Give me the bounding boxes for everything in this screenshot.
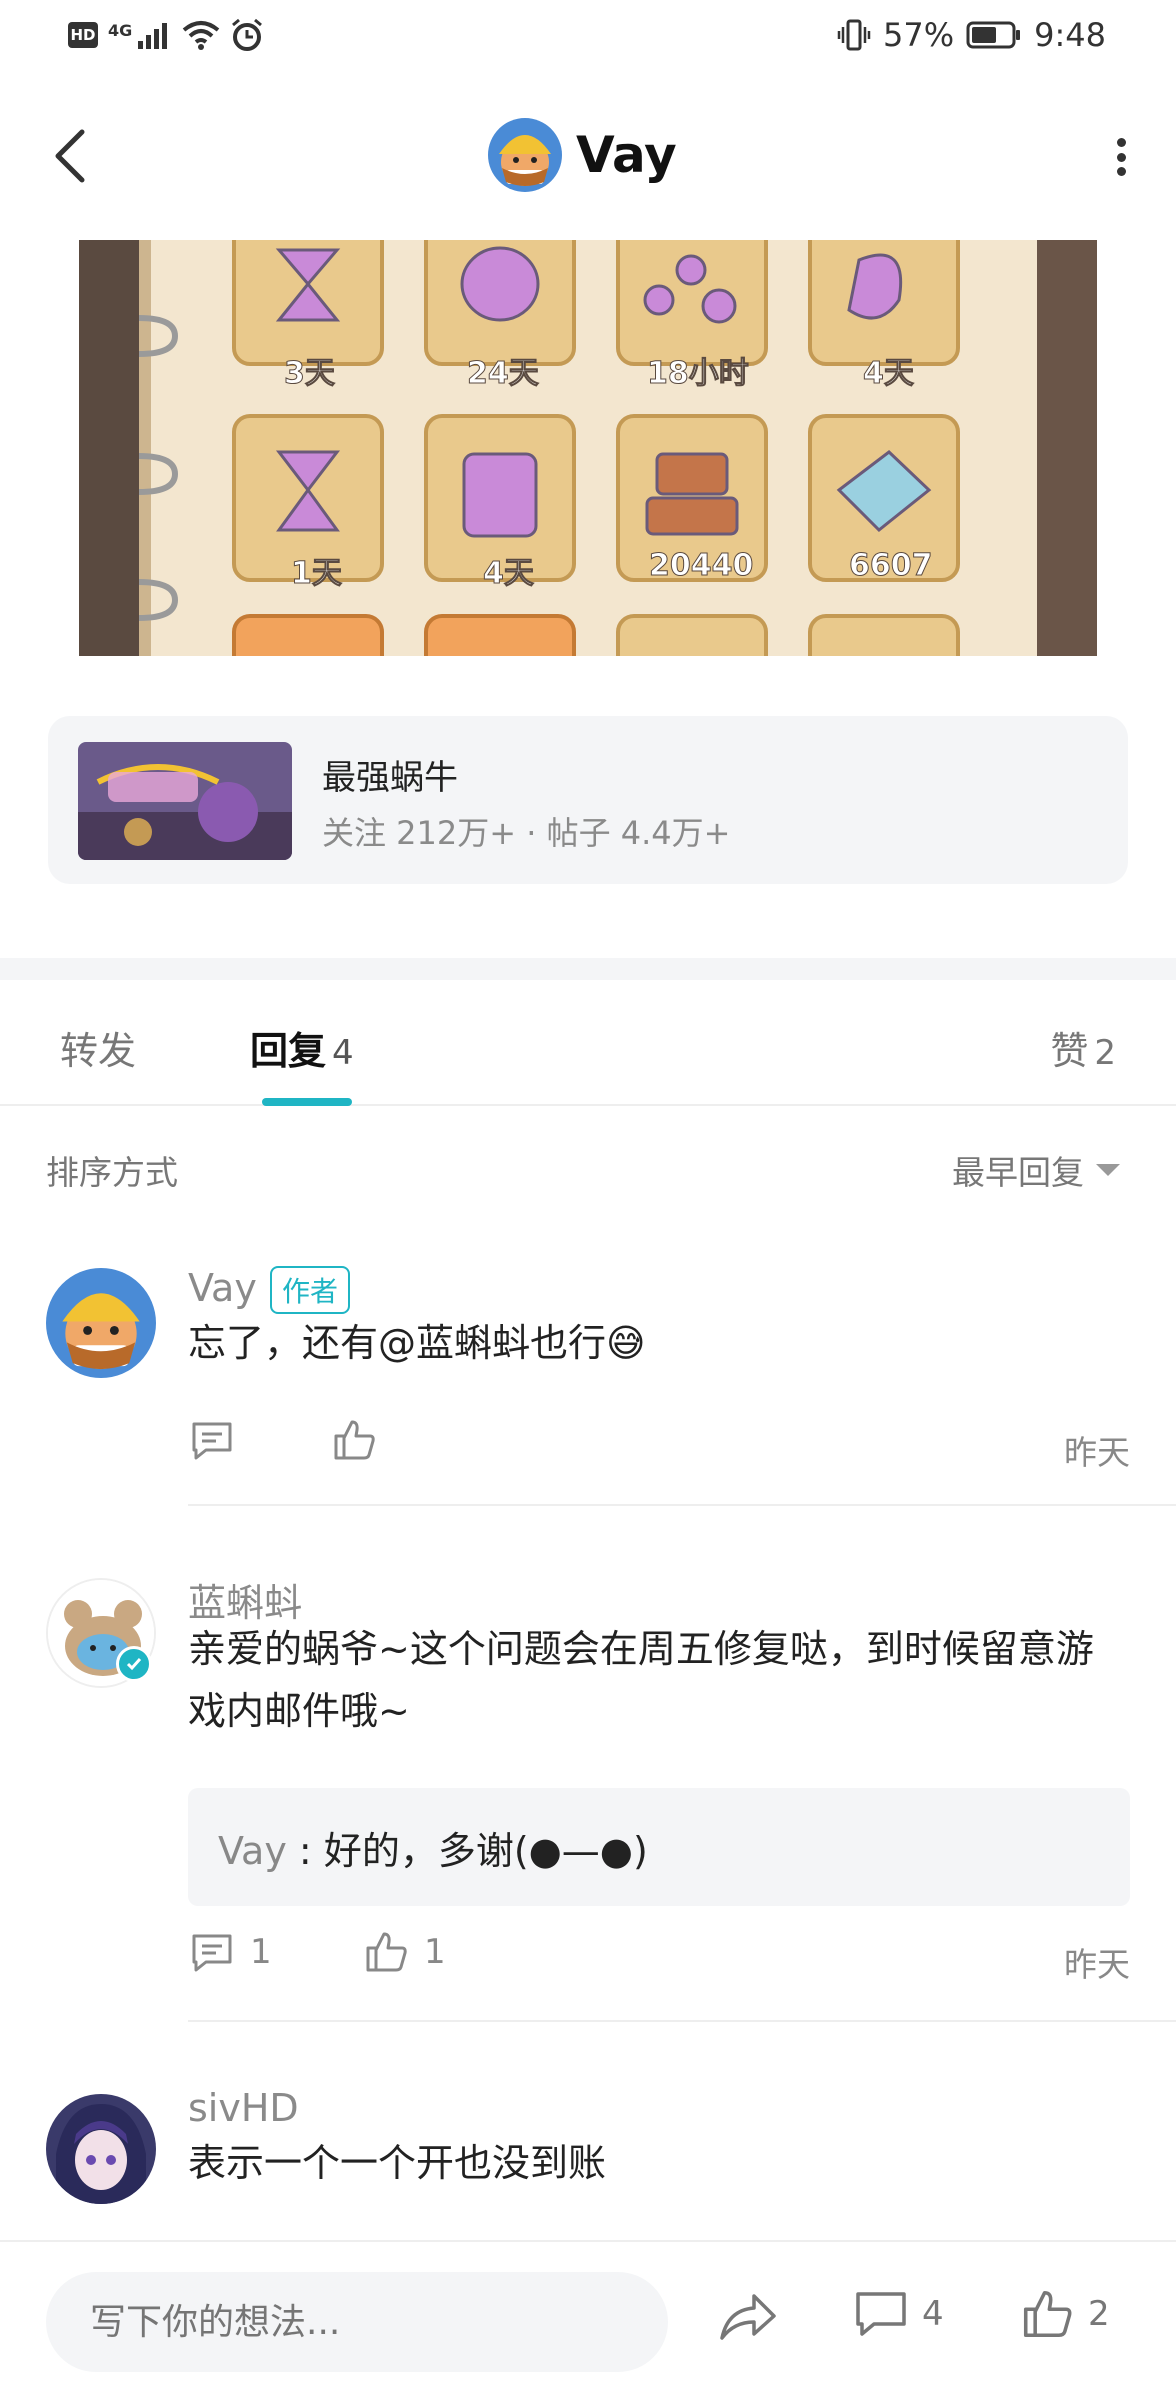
post-image[interactable]: 3天 24天 18小时 4天 1天 4天 20440 6607 — [79, 240, 1097, 656]
network-type: 4G — [108, 20, 133, 40]
like-button[interactable]: 1 — [364, 1930, 446, 1974]
battery-icon — [966, 21, 1021, 49]
comment-item: sivHD 表示一个一个开也没到账 — [0, 2086, 1176, 2236]
comment-text: 表示一个一个开也没到账 — [188, 2141, 607, 2185]
tab-reply[interactable]: 回复 4 — [250, 1020, 354, 1075]
hd-icon: HD — [68, 22, 98, 48]
anime-avatar-icon — [46, 2094, 156, 2204]
reply-button[interactable]: 1 — [190, 1930, 272, 1974]
comment-icon — [192, 1422, 232, 1460]
tab-like-count: 2 — [1094, 1033, 1116, 1073]
share-icon — [720, 2294, 776, 2340]
barbarian-avatar-icon — [488, 118, 562, 192]
item-label: 18小时 — [647, 356, 750, 392]
comment-time: 昨天 — [1064, 1945, 1130, 1984]
game-name: 最强蜗牛 — [322, 758, 458, 798]
comment-input[interactable] — [46, 2272, 668, 2372]
item-label: 3天 — [284, 356, 336, 392]
status-right: 57% 9:48 — [837, 16, 1106, 54]
item-label: 20440 — [648, 548, 754, 584]
status-left: HD 4G — [68, 18, 264, 52]
tab-bar: 转发 回复 4 赞2 — [0, 980, 1176, 1106]
comment-divider — [188, 1504, 1176, 1506]
item-label: 6607 — [849, 548, 933, 584]
section-divider — [0, 958, 1176, 980]
game-stats: 关注 212万+ · 帖子 4.4万+ — [322, 814, 731, 852]
like-count: 1 — [424, 1932, 446, 1972]
header-title-group[interactable]: Vay — [488, 118, 677, 192]
sort-value: 最早回复 — [952, 1153, 1084, 1192]
page-title: Vay — [576, 126, 677, 184]
comment-text: 亲爱的蜗爷~这个问题会在周五修复哒，到时候留意游戏内邮件哦~ — [188, 1627, 1094, 1733]
comment-time: 昨天 — [1064, 1433, 1130, 1472]
tab-repost[interactable]: 转发 — [60, 1020, 136, 1075]
comment-icon — [192, 1934, 232, 1972]
clock: 9:48 — [1034, 16, 1106, 54]
game-card[interactable]: 最强蜗牛 关注 212万+ · 帖子 4.4万+ — [48, 716, 1128, 884]
tab-reply-label: 回复 — [250, 1029, 327, 1073]
bottom-bar: 4 2 — [0, 2240, 1176, 2400]
item-label: 4天 — [483, 556, 535, 592]
active-tab-indicator — [262, 1098, 352, 1106]
thumbs-up-icon — [334, 1420, 375, 1460]
sort-label: 排序方式 — [46, 1153, 178, 1192]
dot-icon — [1116, 152, 1126, 162]
dot-icon — [1116, 138, 1126, 147]
reply-button[interactable] — [190, 1418, 234, 1462]
chevron-left-icon — [55, 129, 85, 183]
item-label: 1天 — [291, 556, 343, 592]
status-bar: HD 4G 57% 9:48 — [0, 0, 1176, 72]
caret-down-icon — [1096, 1164, 1120, 1176]
game-thumbnail — [78, 742, 292, 860]
avatar[interactable] — [46, 2094, 156, 2204]
avatar[interactable] — [46, 1268, 156, 1378]
comment-actions: 昨天 — [188, 1418, 1130, 1478]
battery-percent: 57% — [883, 16, 955, 54]
sort-bar: 排序方式 最早回复 — [0, 1130, 1176, 1210]
wifi-icon — [182, 21, 220, 50]
reply-quote[interactable]: Vay : 好的，多谢(●—●) — [188, 1788, 1130, 1906]
comment-item: 蓝蝌蚪 亲爱的蜗爷~这个问题会在周五修复哒，到时候留意游戏内邮件哦~ Vay :… — [0, 1570, 1176, 2000]
tab-like[interactable]: 赞2 — [1050, 1020, 1116, 1075]
comment-item: Vay 作者 忘了，还有@蓝蝌蚪也行😅 昨天 — [0, 1262, 1176, 1512]
like-post-button[interactable]: 2 — [1020, 2288, 1110, 2340]
back-button[interactable] — [40, 124, 100, 188]
comment-text: 忘了，还有@蓝蝌蚪也行😅 — [188, 1321, 646, 1365]
reply-count: 1 — [250, 1932, 272, 1972]
game-cover-image — [78, 742, 292, 860]
tab-reply-count: 4 — [332, 1033, 354, 1073]
comment-icon — [856, 2292, 906, 2336]
comments-button[interactable]: 4 — [854, 2288, 944, 2340]
item-label: 24天 — [467, 356, 540, 392]
comment-author[interactable]: Vay — [188, 1266, 257, 1310]
dot-icon — [1116, 167, 1126, 176]
sort-dropdown[interactable]: 最早回复 — [952, 1146, 1120, 1194]
alarm-icon — [232, 18, 263, 51]
thumbs-up-icon — [366, 1932, 407, 1972]
thumbs-up-icon — [1023, 2290, 1072, 2338]
comment-divider — [188, 2020, 1176, 2022]
tab-repost-label: 转发 — [60, 1029, 137, 1073]
top-header: Vay — [0, 100, 1176, 212]
like-button[interactable] — [332, 1418, 376, 1462]
item-label: 4天 — [863, 356, 915, 392]
comment-author[interactable]: sivHD — [188, 2086, 299, 2130]
quote-author: Vay — [218, 1829, 287, 1873]
tab-like-label: 赞 — [1050, 1029, 1089, 1073]
verified-badge-icon — [116, 1646, 152, 1682]
author-badge: 作者 — [270, 1266, 351, 1314]
signal-icon — [138, 23, 168, 49]
barbarian-avatar-icon — [46, 1268, 156, 1378]
like-post-count: 2 — [1088, 2294, 1110, 2334]
vibrate-icon — [837, 19, 871, 51]
comment-actions: 1 1 昨天 — [188, 1930, 1130, 1990]
quote-colon: : — [298, 1829, 324, 1873]
comments-count: 4 — [922, 2294, 944, 2334]
quote-text: 好的，多谢(●—●) — [323, 1829, 648, 1873]
more-options-button[interactable] — [1106, 130, 1136, 184]
share-button[interactable] — [718, 2288, 778, 2344]
avatar — [488, 118, 562, 192]
